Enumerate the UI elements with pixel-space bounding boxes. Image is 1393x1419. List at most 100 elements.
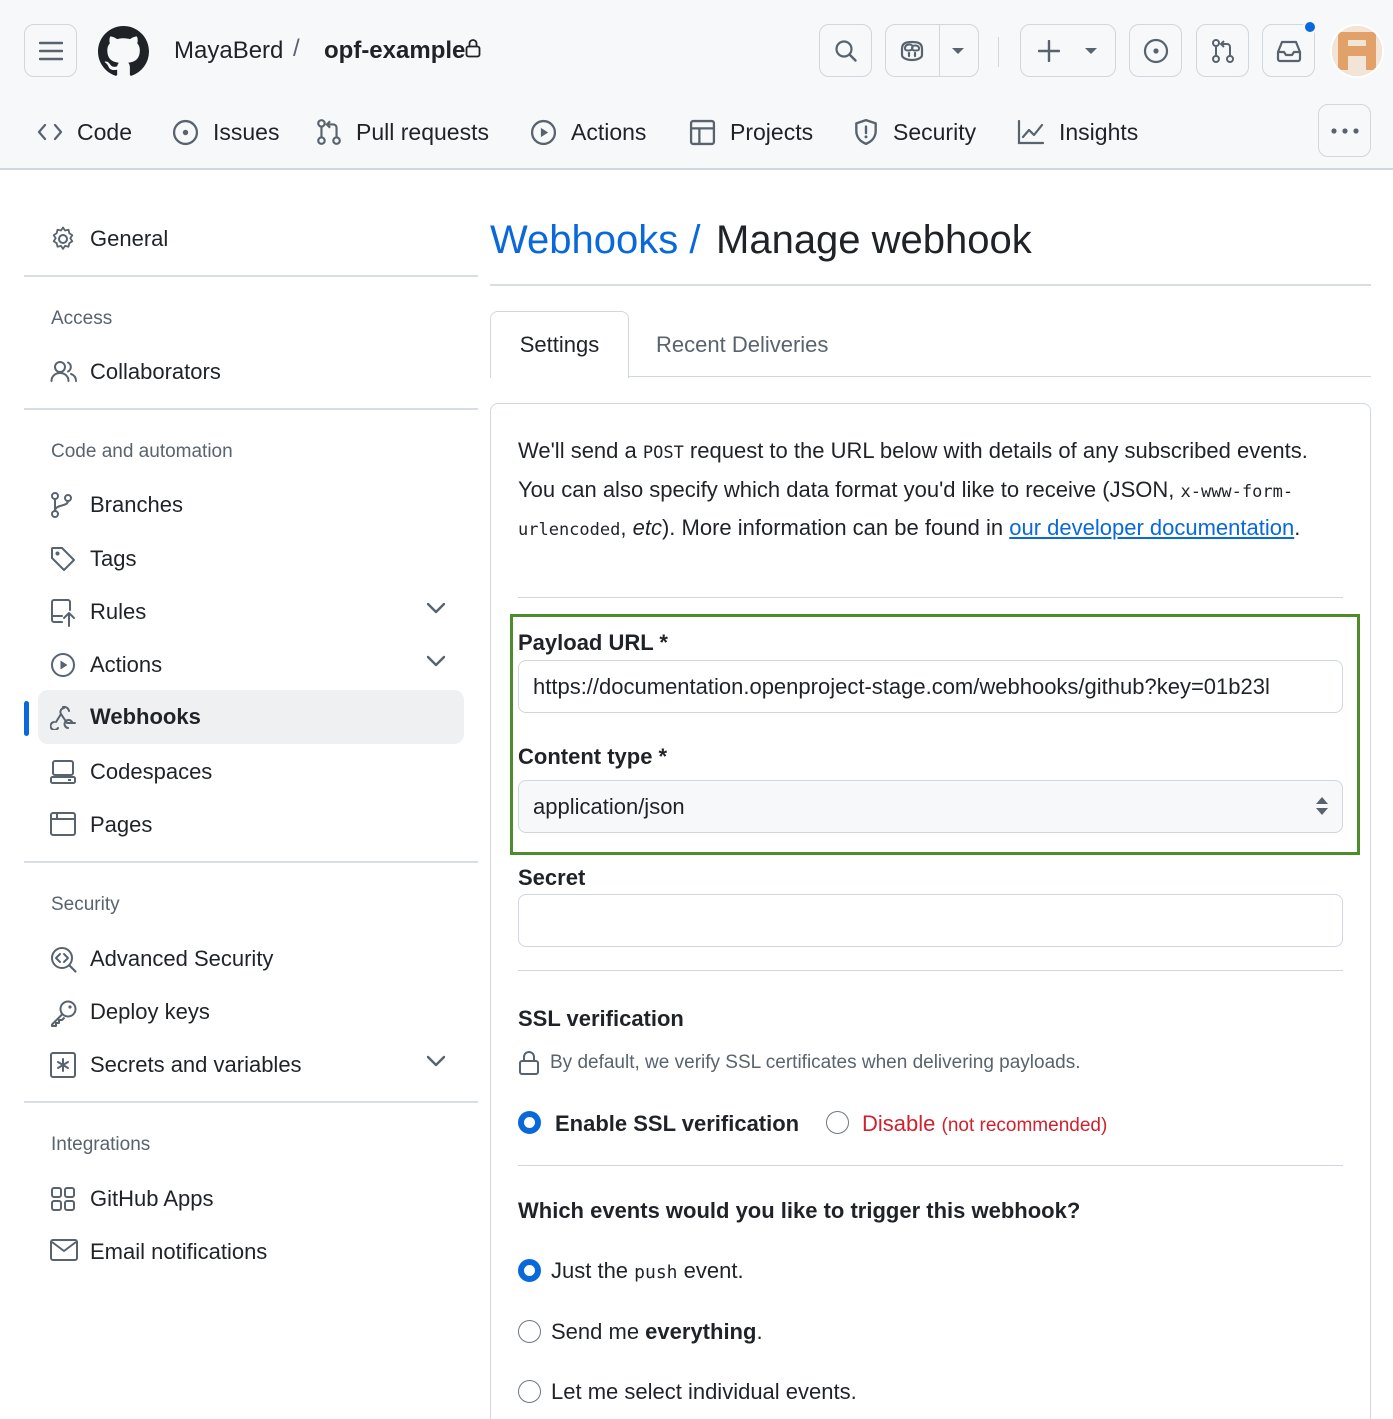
sidebar-item-webhooks[interactable]: Webhooks — [38, 690, 464, 744]
enable-ssl-label[interactable]: Enable SSL verification — [555, 1111, 799, 1137]
tab-security[interactable]: Security — [853, 106, 976, 158]
apps-icon — [51, 1187, 75, 1211]
key-asterisk-icon — [50, 1052, 76, 1078]
menu-button[interactable] — [24, 24, 77, 77]
avatar[interactable] — [1330, 24, 1384, 78]
sidebar-divider — [24, 861, 478, 863]
sidebar-item-secrets-variables[interactable]: Secrets and variables — [38, 1038, 464, 1092]
sidebar-item-advanced-security[interactable]: Advanced Security — [38, 932, 464, 986]
active-indicator — [24, 701, 29, 736]
sidebar-item-label: Email notifications — [90, 1239, 268, 1264]
your-issues-button[interactable] — [1129, 24, 1182, 77]
tab-actions[interactable]: Actions — [530, 106, 646, 158]
sidebar-item-tags[interactable]: Tags — [38, 532, 464, 586]
copilot-icon — [901, 40, 924, 61]
git-branch-icon — [51, 492, 72, 518]
breadcrumb-separator: / — [293, 35, 300, 62]
graph-icon — [1017, 119, 1045, 145]
sidebar-heading-integrations: Integrations — [51, 1134, 151, 1155]
sidebar-divider — [24, 408, 478, 410]
more-tabs-button[interactable] — [1318, 104, 1371, 157]
disable-ssl-label[interactable]: Disable (not recommended) — [862, 1111, 1107, 1137]
people-icon — [50, 361, 77, 382]
search-icon — [834, 39, 857, 62]
sidebar-item-github-apps[interactable]: GitHub Apps — [38, 1172, 464, 1226]
git-pull-request-icon — [317, 119, 341, 145]
shield-icon — [855, 118, 877, 146]
events-individual-label[interactable]: Let me select individual events. — [551, 1379, 857, 1405]
sidebar-heading-access: Access — [51, 308, 113, 329]
events-everything-label[interactable]: Send me everything. — [551, 1319, 763, 1345]
sidebar-item-email-notifications[interactable]: Email notifications — [38, 1225, 464, 1279]
sidebar-item-collaborators[interactable]: Collaborators — [38, 345, 464, 399]
secret-label: Secret — [518, 865, 586, 890]
tab-recent-deliveries[interactable]: Recent Deliveries — [656, 332, 828, 358]
events-individual-radio[interactable] — [518, 1380, 541, 1403]
chevron-down-icon[interactable] — [426, 1055, 446, 1067]
chevron-down-icon[interactable] — [951, 47, 965, 55]
sidebar-item-general[interactable]: General — [38, 212, 464, 266]
tab-label: Projects — [730, 118, 814, 145]
ssl-note-text: By default, we verify SSL certificates w… — [550, 1052, 1081, 1073]
inbox-icon — [1276, 40, 1301, 62]
events-push-label[interactable]: Just the push event. — [551, 1258, 744, 1284]
chevron-down-icon — [1085, 47, 1097, 54]
sidebar-item-branches[interactable]: Branches — [38, 478, 464, 532]
create-new-button[interactable] — [1020, 24, 1116, 77]
tab-label: Pull requests — [356, 118, 489, 145]
tab-settings[interactable]: Settings — [490, 311, 629, 378]
repo-name-link[interactable]: opf-example — [324, 37, 465, 65]
sidebar-item-label: Branches — [90, 492, 183, 517]
disable-ssl-radio[interactable] — [826, 1111, 849, 1134]
sidebar-item-label: General — [90, 226, 169, 251]
payload-url-input[interactable]: https://documentation.openproject-stage.… — [518, 660, 1343, 713]
sidebar-item-label: Webhooks — [90, 704, 201, 729]
sidebar-item-actions[interactable]: Actions — [38, 638, 464, 692]
tab-projects[interactable]: Projects — [689, 106, 813, 158]
sidebar-item-label: Secrets and variables — [90, 1052, 302, 1077]
tab-code[interactable]: Code — [37, 106, 132, 158]
select-arrows-icon — [1316, 797, 1328, 815]
notification-indicator — [1303, 20, 1317, 34]
code-icon — [37, 123, 63, 141]
lock-icon — [465, 39, 481, 58]
mail-icon — [50, 1239, 78, 1261]
copilot-button[interactable] — [885, 24, 979, 77]
repo-owner-link[interactable]: MayaBerd — [174, 37, 283, 65]
events-everything-radio[interactable] — [518, 1320, 541, 1343]
content-type-select[interactable]: application/json — [518, 780, 1343, 833]
sidebar-item-pages[interactable]: Pages — [38, 798, 464, 852]
title-divider — [490, 284, 1371, 286]
events-push-radio[interactable] — [518, 1259, 541, 1282]
github-logo-icon[interactable] — [98, 26, 149, 77]
breadcrumb-webhooks-link[interactable]: Webhooks / — [490, 218, 701, 263]
sidebar-item-label: Rules — [90, 599, 147, 624]
enable-ssl-radio[interactable] — [518, 1111, 541, 1134]
sidebar-item-label: GitHub Apps — [90, 1186, 214, 1211]
repo-push-icon — [51, 599, 75, 627]
chevron-down-icon[interactable] — [426, 655, 446, 667]
issue-opened-icon — [1143, 38, 1168, 63]
hamburger-icon — [38, 41, 63, 60]
ssl-note: By default, we verify SSL certificates w… — [518, 1050, 1081, 1076]
table-icon — [689, 119, 716, 145]
tab-issues[interactable]: Issues — [172, 106, 279, 158]
sidebar-heading-code-automation: Code and automation — [51, 441, 233, 462]
issue-opened-icon — [172, 119, 199, 145]
sidebar-item-deploy-keys[interactable]: Deploy keys — [38, 985, 464, 1039]
your-pull-requests-button[interactable] — [1196, 24, 1249, 77]
plus-icon — [1038, 39, 1060, 62]
sidebar-item-rules[interactable]: Rules — [38, 585, 464, 639]
payload-url-label: Payload URL * — [518, 630, 668, 655]
tab-insights[interactable]: Insights — [1017, 106, 1138, 158]
developer-documentation-link[interactable]: our developer documentation — [1009, 515, 1294, 540]
chevron-down-icon[interactable] — [426, 602, 446, 614]
content-type-label: Content type * — [518, 744, 668, 769]
secret-input[interactable] — [518, 894, 1343, 947]
sidebar-item-label: Advanced Security — [90, 946, 274, 971]
tab-pull-requests[interactable]: Pull requests — [316, 106, 489, 158]
sidebar-item-codespaces[interactable]: Codespaces — [38, 745, 464, 799]
sidebar-item-label: Tags — [90, 546, 137, 571]
search-button[interactable] — [819, 24, 872, 77]
gear-icon — [52, 226, 74, 250]
